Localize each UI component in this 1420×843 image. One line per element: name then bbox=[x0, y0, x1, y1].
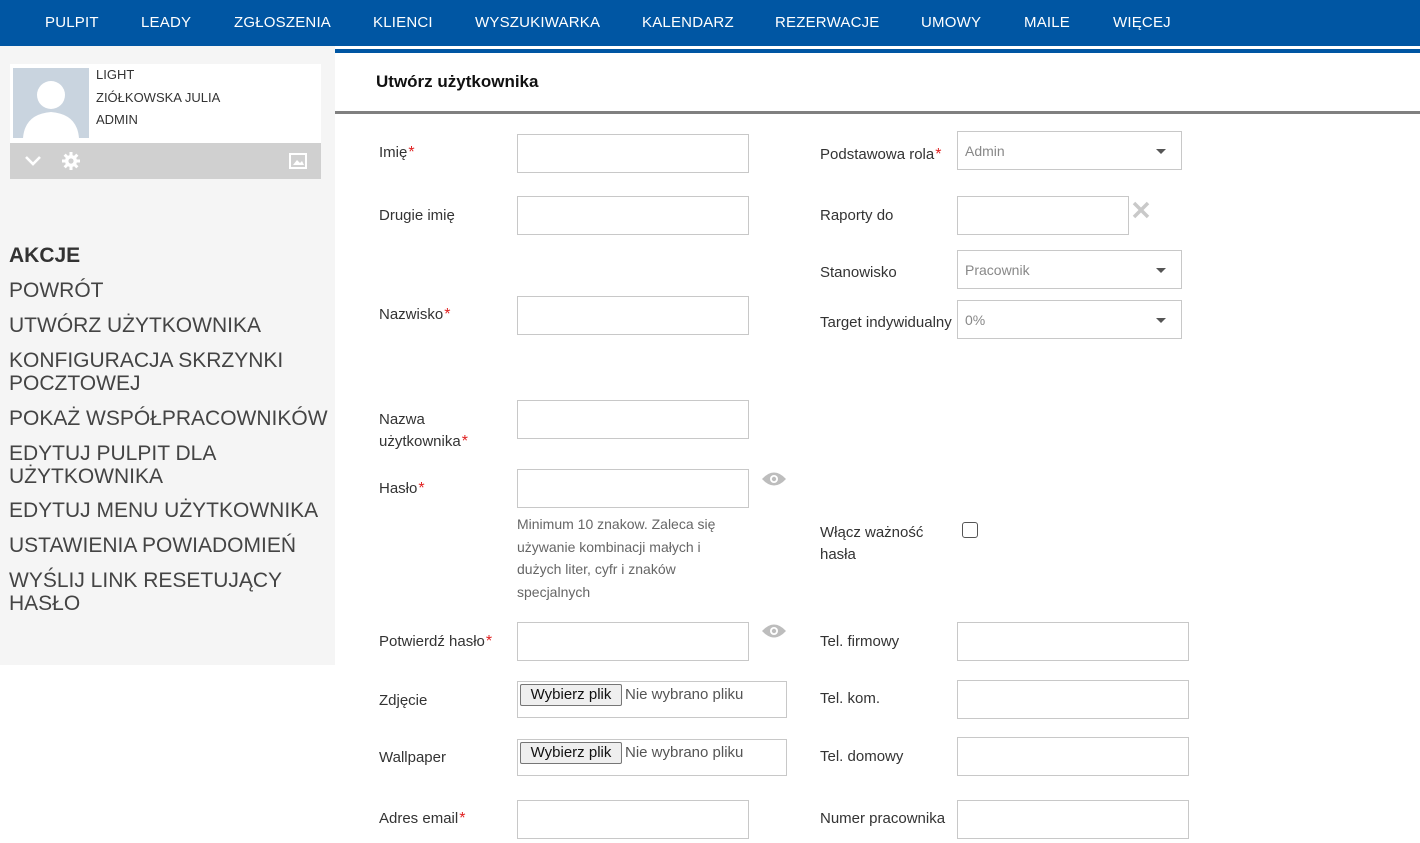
base-role-select[interactable]: Admin bbox=[957, 131, 1182, 170]
password-expiry-checkbox[interactable] bbox=[962, 522, 978, 538]
show-confirm-password-eye-icon[interactable] bbox=[761, 622, 787, 645]
password-label: Hasło* bbox=[379, 480, 425, 497]
mobile-phone-label: Tel. kom. bbox=[820, 690, 881, 707]
sidebar: LIGHT ZIÓŁKOWSKA JULIA ADMIN AKCJE POWRÓ… bbox=[0, 46, 335, 665]
wallpaper-label: Wallpaper bbox=[379, 749, 446, 766]
menu-item-mailbox-config[interactable]: KONFIGURACJA SKRZYNKI POCZTOWEJ bbox=[9, 349, 334, 395]
home-phone-label: Tel. domowy bbox=[820, 748, 904, 765]
middle-name-input[interactable] bbox=[517, 196, 749, 235]
actions-heading: AKCJE bbox=[9, 244, 81, 267]
menu-item-create-user[interactable]: UTWÓRZ UŻYTKOWNIKA bbox=[9, 314, 334, 337]
header-accent-line bbox=[335, 49, 1420, 53]
photo-label: Zdjęcie bbox=[379, 692, 428, 709]
target-select[interactable]: 0% bbox=[957, 300, 1182, 339]
base-role-value: Admin bbox=[965, 143, 1005, 159]
chevron-down-icon[interactable] bbox=[23, 151, 43, 176]
first-name-label: Imię* bbox=[379, 144, 415, 161]
menu-item-edit-dashboard[interactable]: EDYTUJ PULPIT DLA UŻYTKOWNIKA bbox=[9, 442, 334, 488]
nav-zgloszenia[interactable]: ZGŁOSZENIA bbox=[234, 14, 331, 31]
password-input[interactable] bbox=[517, 469, 749, 508]
wallpaper-file-input[interactable]: Wybierz plik Nie wybrano pliku bbox=[517, 739, 787, 776]
username-label: Nazwa użytkownika* bbox=[379, 411, 468, 450]
confirm-password-input[interactable] bbox=[517, 622, 749, 661]
employee-number-label: Numer pracownika bbox=[820, 810, 946, 827]
nav-maile[interactable]: MAILE bbox=[1024, 14, 1070, 31]
position-label: Stanowisko bbox=[820, 264, 897, 281]
photo-file-input[interactable]: Wybierz plik Nie wybrano pliku bbox=[517, 681, 787, 718]
chevron-down-icon bbox=[1156, 318, 1166, 323]
profile-role: ADMIN bbox=[96, 112, 138, 127]
wallpaper-choose-file-button[interactable]: Wybierz plik bbox=[520, 742, 622, 764]
menu-item-back[interactable]: POWRÓT bbox=[9, 279, 334, 302]
menu-item-edit-menu[interactable]: EDYTUJ MENU UŻYTKOWNIKA bbox=[9, 499, 334, 522]
nav-wiecej[interactable]: WIĘCEJ bbox=[1113, 14, 1171, 31]
base-role-label: Podstawowa rola* bbox=[820, 146, 942, 163]
title-divider bbox=[335, 111, 1420, 114]
avatar bbox=[13, 68, 89, 138]
username-input[interactable] bbox=[517, 400, 749, 439]
nav-klienci[interactable]: KLIENCI bbox=[373, 14, 433, 31]
first-name-input[interactable] bbox=[517, 134, 749, 173]
password-expiry-label: Włącz ważność hasła bbox=[820, 524, 924, 563]
gear-icon[interactable] bbox=[61, 151, 81, 176]
wallpaper-no-file-text: Nie wybrano pliku bbox=[625, 744, 744, 761]
password-hint: Minimum 10 znakow. Zaleca się używanie k… bbox=[517, 516, 716, 600]
profile-user-name: ZIÓŁKOWSKA JULIA bbox=[96, 90, 221, 105]
show-password-eye-icon[interactable] bbox=[761, 470, 787, 493]
reports-to-label: Raporty do bbox=[820, 207, 894, 224]
nav-umowy[interactable]: UMOWY bbox=[921, 14, 981, 31]
nav-leady[interactable]: LEADY bbox=[141, 14, 191, 31]
confirm-password-label: Potwierdź hasło* bbox=[379, 633, 493, 650]
email-label: Adres email* bbox=[379, 810, 466, 827]
nav-kalendarz[interactable]: KALENDARZ bbox=[642, 14, 734, 31]
target-label: Target indywidualny bbox=[820, 314, 952, 331]
chevron-down-icon bbox=[1156, 149, 1166, 154]
menu-item-notification-settings[interactable]: USTAWIENIA POWIADOMIEŃ bbox=[9, 534, 334, 557]
clear-x-icon[interactable] bbox=[1131, 200, 1151, 225]
home-phone-input[interactable] bbox=[957, 737, 1189, 776]
chevron-down-icon bbox=[1156, 268, 1166, 273]
page-title: Utwórz użytkownika bbox=[376, 72, 539, 91]
email-input[interactable] bbox=[517, 800, 749, 839]
profile-info: LIGHT ZIÓŁKOWSKA JULIA ADMIN bbox=[10, 64, 321, 143]
top-navigation: PULPIT LEADY ZGŁOSZENIA KLIENCI WYSZUKIW… bbox=[0, 0, 1420, 46]
reports-to-input[interactable] bbox=[957, 196, 1129, 235]
nav-rezerwacje[interactable]: REZERWACJE bbox=[775, 14, 880, 31]
menu-item-send-reset-link[interactable]: WYŚLIJ LINK RESETUJĄCY HASŁO bbox=[9, 569, 334, 615]
menu-item-show-coworkers[interactable]: POKAŻ WSPÓŁPRACOWNIKÓW bbox=[9, 407, 334, 430]
target-value: 0% bbox=[965, 312, 986, 328]
employee-number-input[interactable] bbox=[957, 800, 1189, 839]
nav-wyszukiwarka[interactable]: WYSZUKIWARKA bbox=[475, 14, 600, 31]
nav-pulpit[interactable]: PULPIT bbox=[45, 14, 99, 31]
profile-company: LIGHT bbox=[96, 67, 135, 82]
photo-no-file-text: Nie wybrano pliku bbox=[625, 686, 744, 703]
position-value: Pracownik bbox=[965, 262, 1030, 278]
mobile-phone-input[interactable] bbox=[957, 680, 1189, 719]
last-name-input[interactable] bbox=[517, 296, 749, 335]
wallpaper-icon[interactable] bbox=[288, 151, 308, 176]
company-phone-input[interactable] bbox=[957, 622, 1189, 661]
middle-name-label: Drugie imię bbox=[379, 207, 455, 224]
position-select[interactable]: Pracownik bbox=[957, 250, 1182, 289]
profile-toolbar bbox=[10, 143, 321, 179]
last-name-label: Nazwisko* bbox=[379, 306, 451, 323]
photo-choose-file-button[interactable]: Wybierz plik bbox=[520, 684, 622, 706]
profile-card: LIGHT ZIÓŁKOWSKA JULIA ADMIN bbox=[10, 64, 321, 225]
company-phone-label: Tel. firmowy bbox=[820, 633, 900, 650]
